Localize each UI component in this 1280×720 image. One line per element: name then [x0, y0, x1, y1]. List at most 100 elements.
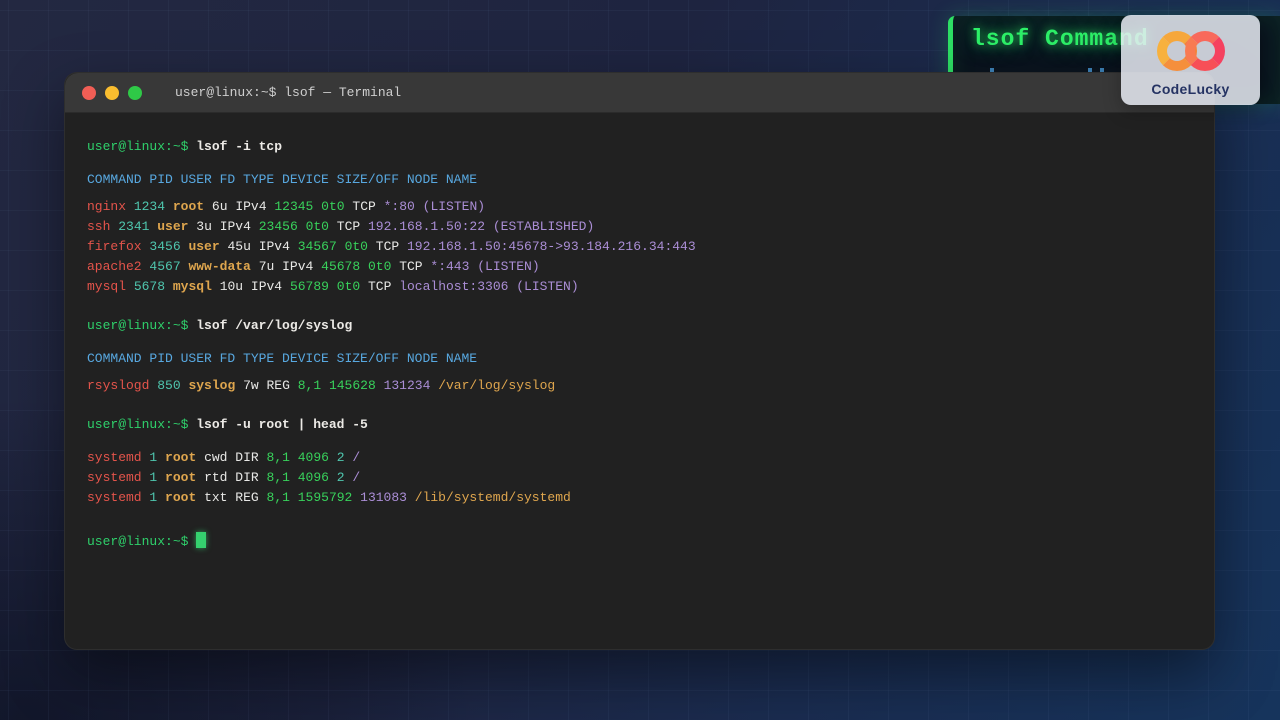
output-token: 1 [149, 470, 157, 485]
output-token: (ESTABLISHED) [493, 219, 594, 234]
output-token: root [173, 199, 204, 214]
output-token: TCP [337, 219, 360, 234]
output-token: TCP [399, 259, 422, 274]
close-window-button[interactable] [82, 86, 96, 100]
output-token: 10u [220, 279, 243, 294]
output-token: 4096 [298, 450, 329, 465]
output-token: 2 [337, 470, 345, 485]
output-token: 7u [259, 259, 275, 274]
output-row: mysql 5678 mysql 10u IPv4 56789 0t0 TCP … [87, 277, 1192, 297]
output-token: 0t0 [306, 219, 329, 234]
output-token: DIR [235, 470, 258, 485]
output-token: 131083 [360, 490, 407, 505]
output-token: 1 [149, 450, 157, 465]
output-token: 34567 [298, 239, 337, 254]
output-token: 8,1 [267, 490, 290, 505]
output-row: rsyslogd 850 syslog 7w REG 8,1 145628 13… [87, 376, 1192, 396]
output-token: www-data [188, 259, 250, 274]
output-token: 0t0 [345, 239, 368, 254]
output-token: user [188, 239, 219, 254]
output-token: REG [267, 378, 290, 393]
output-token: TCP [368, 279, 391, 294]
maximize-window-button[interactable] [128, 86, 142, 100]
command-text: lsof /var/log/syslog [188, 318, 352, 333]
output-token: IPv4 [259, 239, 290, 254]
command-section: user@linux:~$ lsof -u root | head -5syst… [87, 415, 1192, 508]
output-token: 4096 [298, 470, 329, 485]
output-token: IPv4 [251, 279, 282, 294]
output-token: 8,1 [298, 378, 321, 393]
command-text: lsof -i tcp [188, 139, 282, 154]
output-token: root [165, 470, 196, 485]
output-token: user [157, 219, 188, 234]
command-line: user@linux:~$ lsof /var/log/syslog [87, 316, 1192, 336]
output-token: 3456 [149, 239, 180, 254]
brand-name: CodeLucky [1121, 81, 1260, 97]
brand-watermark-card: CodeLucky [1121, 15, 1260, 105]
output-token: 7w [243, 378, 259, 393]
output-token: localhost:3306 [399, 279, 508, 294]
output-token: 56789 [290, 279, 329, 294]
output-token: REG [235, 490, 258, 505]
output-token: TCP [352, 199, 375, 214]
output-token: (LISTEN) [477, 259, 539, 274]
output-token: / [352, 470, 360, 485]
output-token: 1595792 [298, 490, 353, 505]
output-token: /var/log/syslog [438, 378, 555, 393]
output-token: *:443 [430, 259, 469, 274]
output-row: systemd 1 root txt REG 8,1 1595792 13108… [87, 488, 1192, 508]
output-token: 0t0 [368, 259, 391, 274]
output-token: root [165, 490, 196, 505]
output-token: (LISTEN) [516, 279, 578, 294]
command-text: lsof -u root | head -5 [188, 417, 367, 432]
output-token: nginx [87, 199, 126, 214]
command-line: user@linux:~$ lsof -i tcp [87, 137, 1192, 157]
output-row: apache2 4567 www-data 7u IPv4 45678 0t0 … [87, 257, 1192, 277]
output-token: 8,1 [267, 470, 290, 485]
output-token: root [165, 450, 196, 465]
terminal-cursor[interactable] [196, 532, 206, 548]
output-token: ssh [87, 219, 110, 234]
final-prompt-line: user@linux:~$ [87, 532, 1192, 552]
output-token: 0t0 [337, 279, 360, 294]
output-token: 4567 [149, 259, 180, 274]
output-header: COMMAND PID USER FD TYPE DEVICE SIZE/OFF… [87, 349, 1192, 369]
shell-prompt: user@linux:~$ [87, 318, 188, 333]
output-row: ssh 2341 user 3u IPv4 23456 0t0 TCP 192.… [87, 217, 1192, 237]
output-token: 192.168.1.50:45678->93.184.216.34:443 [407, 239, 696, 254]
terminal-window: user@linux:~$ lsof — Terminal user@linux… [64, 72, 1215, 650]
output-row: systemd 1 root rtd DIR 8,1 4096 2 / [87, 468, 1192, 488]
desktop-background: { "badge": { "title": "lsof Command" }, … [0, 0, 1280, 720]
command-section: user@linux:~$ lsof /var/log/syslog COMMAN… [87, 316, 1192, 396]
output-token: IPv4 [282, 259, 313, 274]
output-token: 131234 [384, 378, 431, 393]
output-token: 12345 [274, 199, 313, 214]
output-token: DIR [235, 450, 258, 465]
output-token: 2341 [118, 219, 149, 234]
terminal-screen[interactable]: user@linux:~$ lsof -i tcp COMMAND PID USE… [65, 113, 1214, 576]
output-row: systemd 1 root cwd DIR 8,1 4096 2 / [87, 448, 1192, 468]
output-token: systemd [87, 450, 142, 465]
output-token: mysql [173, 279, 212, 294]
output-token: systemd [87, 490, 142, 505]
output-header: COMMAND PID USER FD TYPE DEVICE SIZE/OFF… [87, 170, 1192, 190]
output-token: IPv4 [235, 199, 266, 214]
output-token: 3u [196, 219, 212, 234]
output-token: firefox [87, 239, 142, 254]
output-token: rsyslogd [87, 378, 149, 393]
minimize-window-button[interactable] [105, 86, 119, 100]
output-token: mysql [87, 279, 126, 294]
command-section: user@linux:~$ lsof -i tcp COMMAND PID USE… [87, 137, 1192, 297]
output-token: 192.168.1.50:22 [368, 219, 485, 234]
output-row: nginx 1234 root 6u IPv4 12345 0t0 TCP *:… [87, 197, 1192, 217]
output-token: apache2 [87, 259, 142, 274]
output-token: *:80 [384, 199, 415, 214]
output-token: TCP [376, 239, 399, 254]
output-token: 5678 [134, 279, 165, 294]
output-token: 45678 [321, 259, 360, 274]
shell-prompt: user@linux:~$ [87, 534, 188, 549]
output-token: 6u [212, 199, 228, 214]
output-token: (LISTEN) [423, 199, 485, 214]
output-token: 0t0 [321, 199, 344, 214]
output-token: txt [204, 490, 227, 505]
